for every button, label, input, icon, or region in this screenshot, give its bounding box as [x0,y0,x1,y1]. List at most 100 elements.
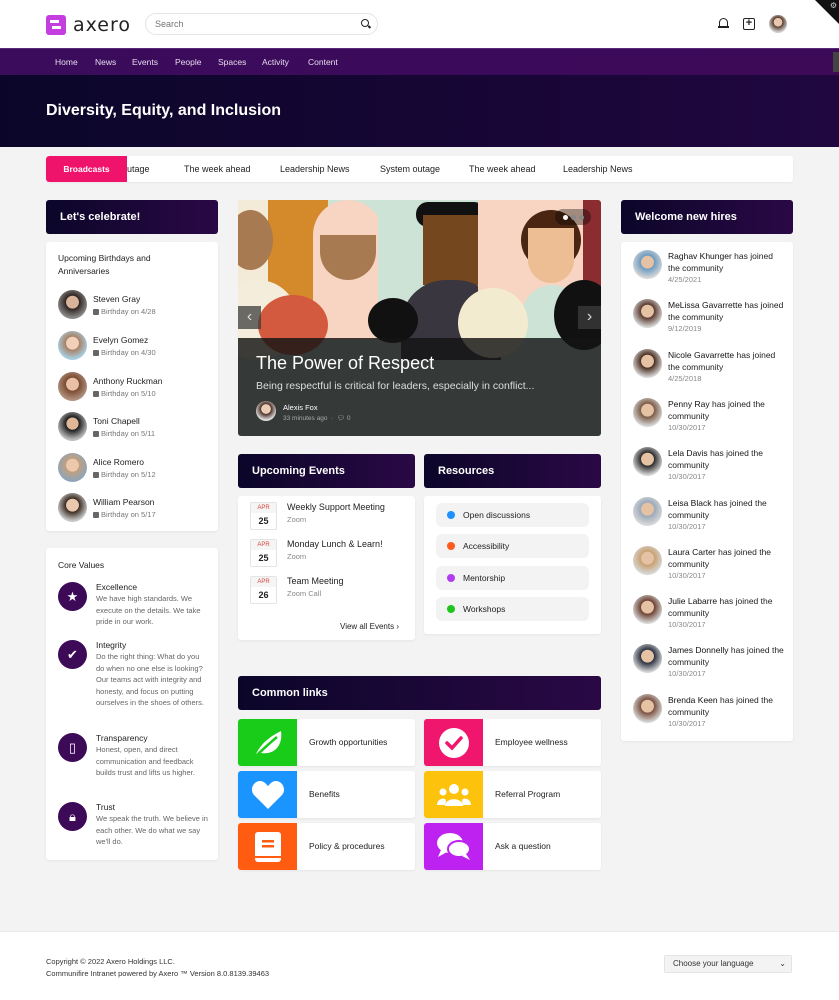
resource-item[interactable]: Open discussions [436,503,589,527]
event-item[interactable]: APR 26 Team Meeting Zoom Call [250,576,344,604]
copyright-text: Copyright © 2022 Axero Holdings LLC. [46,957,175,966]
birthdays-title: Upcoming Birthdays and Anniversaries [58,253,151,276]
list-item[interactable]: Raghav Khunger has joined the community 4… [633,250,786,284]
logo[interactable]: axero [46,14,131,36]
link-referral[interactable]: Referral Program [424,771,601,818]
nav-people[interactable]: People [175,57,201,67]
new-hires-card: Raghav Khunger has joined the community 4… [621,242,793,741]
resource-label: Open discussions [463,510,531,520]
nav-content[interactable]: Content [308,57,338,67]
featured-carousel[interactable]: ‹ › The Power of Respect Being respectfu… [238,200,601,436]
tab-week-ahead-2[interactable]: The week ahead [469,164,536,174]
article-title[interactable]: The Power of Respect [256,353,434,374]
resource-item[interactable]: Accessibility [436,534,589,558]
logo-text: axero [73,14,132,36]
carousel-pagination [555,209,591,225]
resource-item[interactable]: Mentorship [436,566,589,590]
hire-text: MeLissa Gavarrette has joined the commun… [668,299,786,323]
list-item[interactable]: James Donnelly has joined the community 1… [633,644,786,678]
link-benefits[interactable]: Benefits [238,771,415,818]
nav-spaces[interactable]: Spaces [218,57,246,67]
carousel-dot[interactable] [578,214,584,220]
hire-name[interactable]: Leisa Black [668,498,711,508]
hire-name[interactable]: MeLissa Gavarrette [668,300,742,310]
list-item[interactable]: Steven Gray Birthday on 4/28 [58,290,156,319]
link-policy[interactable]: Policy & procedures [238,823,415,870]
hire-name[interactable]: James Donnelly [668,645,728,655]
list-item[interactable]: Toni Chapell Birthday on 5/11 [58,412,155,441]
list-item[interactable]: MeLissa Gavarrette has joined the commun… [633,299,786,333]
tab-system-outage[interactable]: System outage [380,164,440,174]
gear-icon[interactable]: ⚙ [830,1,837,10]
event-item[interactable]: APR 25 Weekly Support Meeting Zoom [250,502,385,530]
person-event: Birthday on 5/11 [101,428,156,438]
tab-leadership-news-2[interactable]: Leadership News [563,164,633,174]
value-name: Excellence [96,582,138,592]
list-item[interactable]: Anthony Ruckman Birthday on 5/10 [58,372,162,401]
hire-name[interactable]: Laura Carter [668,547,716,557]
author-avatar[interactable] [256,401,276,421]
list-item[interactable]: Evelyn Gomez Birthday on 4/30 [58,331,156,360]
list-item[interactable]: William Pearson Birthday on 5/17 [58,493,156,522]
search-icon[interactable] [361,19,369,27]
dot-icon [447,542,455,550]
search-input[interactable] [155,19,345,29]
search-box[interactable] [145,13,378,35]
tab-leadership-news[interactable]: Leadership News [280,164,350,174]
dot-icon [447,511,455,519]
tab-broadcasts[interactable]: Broadcasts [46,156,127,182]
user-avatar[interactable] [769,15,787,33]
hire-date: 4/25/2018 [668,373,702,383]
carousel-prev-button[interactable]: ‹ [238,306,261,329]
list-item[interactable]: Leisa Black has joined the community 10/3… [633,496,786,531]
scrollbar[interactable] [833,52,839,72]
hire-name[interactable]: Penny Ray [668,399,710,409]
person-name: Steven Gray [93,293,141,304]
resource-label: Workshops [463,604,506,614]
event-item[interactable]: APR 25 Monday Lunch & Learn! Zoom [250,539,383,567]
hire-date: 9/12/2019 [668,324,702,334]
article-meta: 33 minutes ago · 💬︎ 0 [283,415,351,422]
event-location: Zoom [287,552,307,561]
hire-name[interactable]: Raghav Khunger [668,251,732,261]
person-event: Birthday on 4/30 [101,347,156,357]
carousel-next-button[interactable]: › [578,306,601,329]
gift-icon [93,430,99,437]
resources-header: Resources [424,454,601,488]
list-item[interactable]: Julie Labarre has joined the community 10… [633,595,786,629]
list-item[interactable]: Nicole Gavarrette has joined the communi… [633,348,786,383]
event-day: 25 [258,516,269,526]
hire-date: 10/30/2017 [668,669,706,679]
list-item[interactable]: Alice Romero Birthday on 5/12 [58,453,156,482]
book-icon [238,823,297,870]
list-item[interactable]: Penny Ray has joined the community 10/30/… [633,397,786,432]
avatar [633,545,662,575]
value-desc: Do the right thing: What do you do when … [96,652,204,707]
list-item[interactable]: Lela Davis has joined the community 10/30… [633,447,786,481]
nav-news[interactable]: News [95,57,116,67]
add-box-icon[interactable]: + [743,18,755,30]
carousel-dot[interactable] [562,214,568,220]
author-name[interactable]: Alexis Fox [283,403,318,412]
view-all-events-link[interactable]: View all Events › [340,622,399,631]
link-wellness[interactable]: Employee wellness [424,719,601,766]
resource-item[interactable]: Workshops [436,597,589,621]
list-item[interactable]: Laura Carter has joined the community 10/… [633,545,786,580]
avatar [633,250,662,279]
hire-name[interactable]: Nicole Gavarrette [668,350,734,360]
hire-name[interactable]: Julie Labarre [668,596,717,606]
link-ask-question[interactable]: Ask a question [424,823,601,870]
event-month: APR [251,503,276,513]
nav-events[interactable]: Events [132,57,158,67]
language-select[interactable]: Choose your language ⌄ [664,955,792,973]
list-item[interactable]: Brenda Keen has joined the community 10/3… [633,693,786,728]
nav-activity[interactable]: Activity [262,57,289,67]
nav-home[interactable]: Home [55,57,78,67]
hire-name[interactable]: Lela Davis [668,448,708,458]
link-growth[interactable]: Growth opportunities [238,719,415,766]
bell-icon[interactable] [718,18,729,30]
carousel-dot[interactable] [570,214,576,220]
person-name: Anthony Ruckman [93,375,163,386]
tab-week-ahead[interactable]: The week ahead [184,164,251,174]
hire-name[interactable]: Brenda Keen [668,695,718,705]
